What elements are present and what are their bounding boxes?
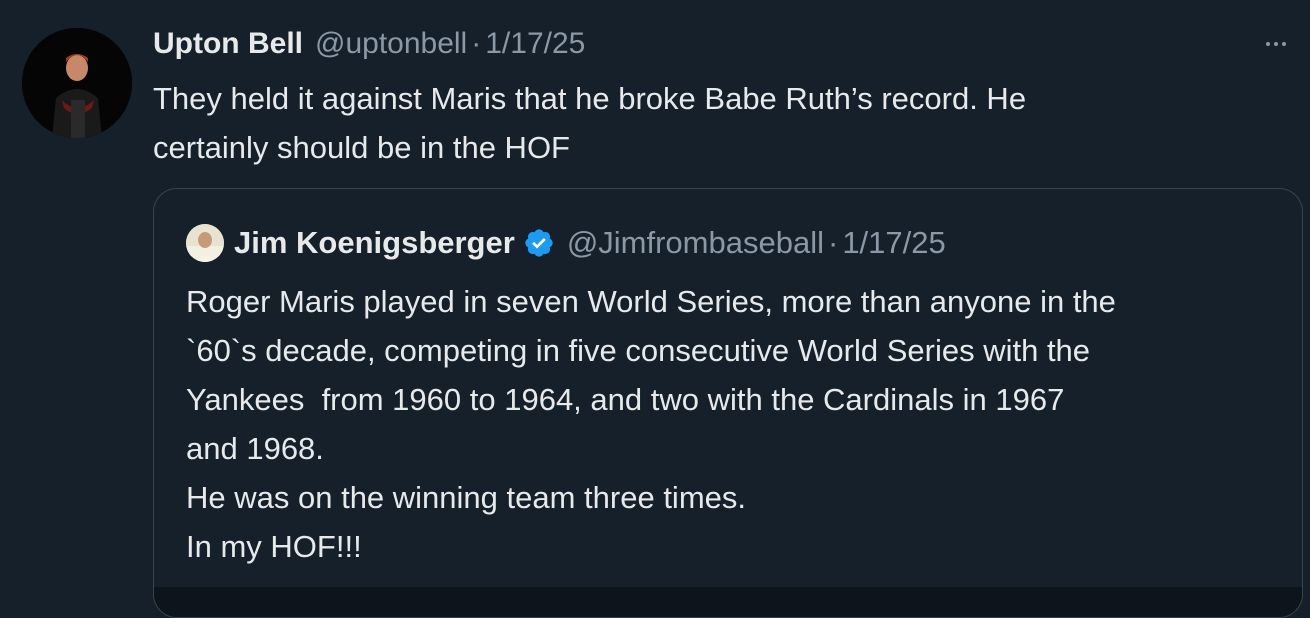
quoted-author-name[interactable]: Jim Koenigsberger [234,225,515,261]
quoted-author-avatar-image [186,224,224,262]
author-avatar-image [22,28,132,138]
quoted-tweet-date[interactable]: 1/17/25 [842,225,945,261]
more-options-icon[interactable] [1256,34,1296,54]
quoted-tweet-media[interactable] [154,587,1302,617]
quoted-tweet-card[interactable]: Jim Koenigsberger @Jimfrombaseball · 1/1… [153,188,1303,618]
author-avatar[interactable] [22,28,132,138]
author-handle[interactable]: @uptonbell [315,27,467,61]
quoted-separator-dot: · [827,225,839,260]
tweet-date[interactable]: 1/17/25 [485,27,585,61]
quoted-author-avatar [186,224,224,262]
quoted-author-handle[interactable]: @Jimfrombaseball [567,225,824,261]
tweet-header: Upton Bell @uptonbell · 1/17/25 [153,24,585,64]
author-name[interactable]: Upton Bell [153,27,303,61]
tweet-text: They held it against Maris that he broke… [153,81,1027,165]
quoted-tweet-text: Roger Maris played in seven World Series… [186,284,1116,564]
separator-dot: · [471,27,482,60]
verified-badge-icon [525,229,553,257]
quoted-tweet-header: Jim Koenigsberger @Jimfrombaseball · 1/1… [186,223,946,263]
